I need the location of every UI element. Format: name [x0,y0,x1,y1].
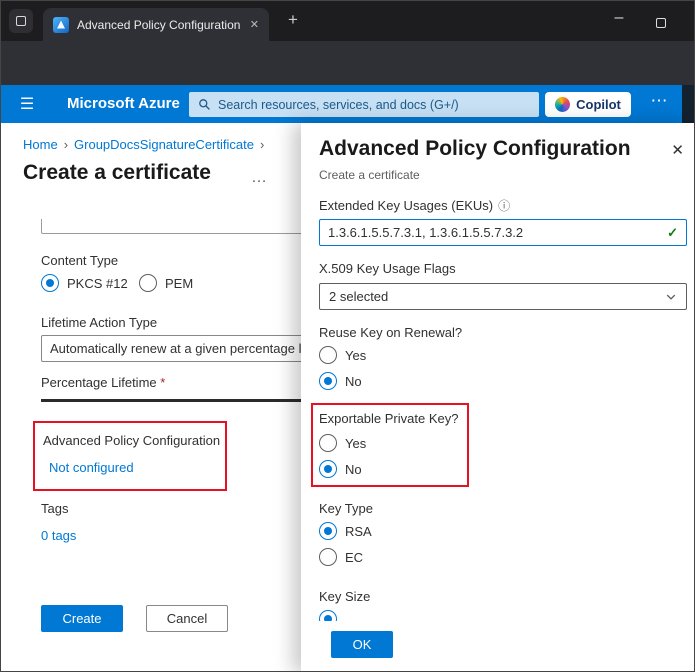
lifetime-action-label: Lifetime Action Type [41,315,157,330]
key-usage-dropdown[interactable]: 2 selected [319,283,687,310]
ekus-input[interactable]: 1.3.6.1.5.5.7.3.1, 1.3.6.1.5.5.7.3.2 ✓ [319,219,687,246]
maximize-icon [656,18,666,28]
ekus-value: 1.3.6.1.5.5.7.3.1, 1.3.6.1.5.5.7.3.2 [328,225,661,240]
cancel-button[interactable]: Cancel [146,605,228,632]
tags-link[interactable]: 0 tags [41,528,76,543]
radio-circle [319,522,337,540]
content-type-label: Content Type [41,253,118,268]
azure-portal-favicon [53,17,69,33]
radio-label: PEM [165,276,193,291]
panel-footer: OK [301,621,695,672]
valid-check-icon: ✓ [667,225,678,241]
copilot-icon [555,97,570,112]
percentage-lifetime-slider[interactable] [41,399,331,402]
radio-pem[interactable]: PEM [139,273,193,293]
radio-reuse-no[interactable]: No [319,371,362,391]
page-title: Create a certificate [23,161,211,185]
azure-brand[interactable]: Microsoft Azure [67,95,180,112]
tab-close-icon[interactable]: ✕ [250,18,259,31]
panel-close-icon[interactable]: ✕ [671,141,684,159]
chevron-right-icon: › [64,137,68,152]
search-placeholder: Search resources, services, and docs (G+… [218,98,459,112]
info-icon[interactable]: ⓘ [498,197,510,214]
radio-circle [139,274,157,292]
radio-circle [319,548,337,566]
reuse-key-label: Reuse Key on Renewal? [319,325,462,340]
account-avatar-partial[interactable] [682,85,695,123]
lifetime-action-value: Automatically renew at a given percentag… [50,341,301,356]
annotation-box-advanced-policy [33,421,227,491]
browser-titlebar: Advanced Policy Configuration ✕ + – [1,1,695,41]
header-more-icon[interactable]: ⋯ [647,91,671,111]
key-size-label: Key Size [319,589,370,604]
radio-label: Yes [345,348,366,363]
browser-app-button[interactable] [9,9,33,33]
key-usage-label: X.509 Key Usage Flags [319,261,456,276]
copilot-button[interactable]: Copilot [545,92,631,117]
percentage-lifetime-label: Percentage Lifetime * [41,375,165,390]
new-tab-button[interactable]: + [283,10,303,30]
browser-app-icon [16,16,26,26]
annotation-box-exportable [311,403,469,487]
panel-subtitle: Create a certificate [319,168,420,182]
truncated-field-bottom [41,219,331,234]
radio-key-type-ec[interactable]: EC [319,547,363,567]
browser-window: Advanced Policy Configuration ✕ + – ← → … [0,0,695,672]
breadcrumb-home[interactable]: Home [23,137,58,152]
breadcrumb-certificate[interactable]: GroupDocsSignatureCertificate [74,137,254,152]
global-search-box[interactable]: Search resources, services, and docs (G+… [189,92,539,117]
breadcrumb: Home › GroupDocsSignatureCertificate › [23,137,264,152]
tags-label: Tags [41,501,68,516]
browser-tab[interactable]: Advanced Policy Configuration ✕ [43,8,269,41]
radio-label: EC [345,550,363,565]
radio-circle [319,372,337,390]
radio-pkcs12[interactable]: PKCS #12 [41,273,128,293]
radio-circle [319,346,337,364]
radio-label: RSA [345,524,372,539]
chevron-right-icon: › [260,137,264,152]
key-type-label: Key Type [319,501,373,516]
ok-button[interactable]: OK [331,631,393,658]
browser-toolbar: ← → ↻ ⌂ portal.azure.co... ☆ [1,41,695,85]
radio-circle [41,274,59,292]
azure-header: ☰ Microsoft Azure Search resources, serv… [1,85,695,123]
radio-label: No [345,374,362,389]
radio-reuse-yes[interactable]: Yes [319,345,366,365]
minimize-button[interactable]: – [607,9,631,27]
ekus-label: Extended Key Usages (EKUs) ⓘ [319,197,510,214]
required-asterisk: * [160,375,165,390]
panel-title: Advanced Policy Configuration [319,137,631,161]
menu-icon[interactable]: ☰ [13,94,41,114]
lifetime-action-select[interactable]: Automatically renew at a given percentag… [41,335,331,362]
search-icon [198,98,211,111]
advanced-policy-panel: Advanced Policy Configuration ✕ Create a… [301,123,695,672]
key-usage-value: 2 selected [329,289,659,304]
chevron-down-icon [665,291,677,303]
radio-label: PKCS #12 [67,276,128,291]
radio-key-type-rsa[interactable]: RSA [319,521,372,541]
page-title-more-icon[interactable]: … [251,169,268,187]
tab-title: Advanced Policy Configuration [77,18,242,32]
copilot-label: Copilot [576,97,621,112]
maximize-button[interactable] [649,15,673,33]
create-button[interactable]: Create [41,605,123,632]
